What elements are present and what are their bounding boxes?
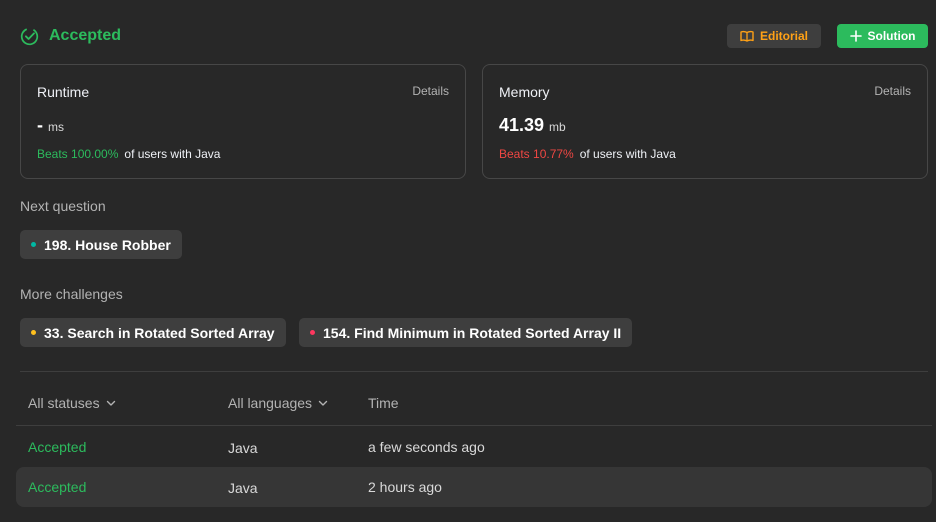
submission-status-cell[interactable]: Accepted bbox=[28, 479, 86, 495]
table-header-divider bbox=[16, 425, 932, 426]
more-challenges-label: More challenges bbox=[20, 286, 123, 302]
editorial-label: Editorial bbox=[759, 29, 808, 43]
memory-value: 41.39 mb bbox=[499, 115, 566, 136]
challenge-chip[interactable]: 33. Search in Rotated Sorted Array bbox=[20, 318, 286, 347]
difficulty-dot bbox=[310, 330, 315, 335]
memory-details-link[interactable]: Details bbox=[874, 84, 911, 98]
difficulty-dot bbox=[31, 242, 36, 247]
check-circle-icon bbox=[20, 27, 39, 45]
submission-row[interactable]: Accepted Java 2 hours ago bbox=[16, 467, 932, 507]
memory-card[interactable]: Memory Details 41.39 mb Beats 10.77% of … bbox=[482, 64, 928, 179]
submission-time-cell: 2 hours ago bbox=[368, 479, 442, 495]
runtime-beats-percent: Beats 100.00% bbox=[37, 147, 119, 161]
memory-beats-percent: Beats 10.77% bbox=[499, 147, 574, 161]
runtime-details-link[interactable]: Details bbox=[412, 84, 449, 98]
time-column-header: Time bbox=[368, 395, 399, 411]
challenge-title: 154. Find Minimum in Rotated Sorted Arra… bbox=[323, 324, 622, 341]
solution-button[interactable]: Solution bbox=[837, 24, 928, 48]
challenge-chip[interactable]: 154. Find Minimum in Rotated Sorted Arra… bbox=[299, 318, 633, 347]
memory-unit: mb bbox=[549, 120, 566, 134]
runtime-beats: Beats 100.00% of users with Java bbox=[37, 147, 220, 161]
submission-status-cell[interactable]: Accepted bbox=[28, 439, 86, 455]
runtime-unit: ms bbox=[48, 120, 64, 134]
runtime-beats-suffix: of users with Java bbox=[124, 147, 221, 161]
chevron-down-icon bbox=[318, 400, 328, 406]
language-filter-dropdown[interactable]: All languages bbox=[228, 395, 328, 411]
runtime-label: Runtime bbox=[37, 84, 90, 100]
memory-beats: Beats 10.77% of users with Java bbox=[499, 147, 676, 161]
runtime-number: - bbox=[37, 115, 43, 135]
submission-language-cell: Java bbox=[228, 440, 258, 456]
submission-status: Accepted bbox=[20, 25, 121, 47]
runtime-value: - ms bbox=[37, 115, 64, 136]
next-question-label: Next question bbox=[20, 198, 106, 214]
status-title: Accepted bbox=[49, 27, 122, 44]
chevron-down-icon bbox=[106, 400, 115, 406]
editorial-button[interactable]: Editorial bbox=[727, 24, 821, 48]
book-open-icon bbox=[740, 30, 754, 42]
time-header-label: Time bbox=[368, 395, 399, 411]
status-filter-label: All statuses bbox=[28, 395, 100, 411]
section-divider bbox=[20, 371, 928, 372]
memory-beats-suffix: of users with Java bbox=[579, 147, 676, 161]
memory-label: Memory bbox=[499, 84, 550, 100]
plus-icon bbox=[849, 30, 862, 42]
submission-time-cell: a few seconds ago bbox=[368, 439, 485, 455]
difficulty-dot bbox=[31, 330, 36, 335]
next-question-chip[interactable]: 198. House Robber bbox=[20, 230, 182, 259]
status-filter-dropdown[interactable]: All statuses bbox=[28, 395, 116, 411]
submission-result-panel: Accepted Editorial Solution Runtime Deta… bbox=[0, 0, 936, 522]
language-filter-label: All languages bbox=[228, 395, 313, 411]
memory-number: 41.39 bbox=[499, 115, 545, 135]
runtime-card[interactable]: Runtime Details - ms Beats 100.00% of us… bbox=[20, 64, 466, 179]
solution-label: Solution bbox=[867, 29, 916, 43]
challenge-title: 33. Search in Rotated Sorted Array bbox=[44, 324, 275, 341]
submission-row[interactable]: Accepted Java a few seconds ago bbox=[16, 427, 932, 467]
submission-language-cell: Java bbox=[228, 480, 258, 496]
next-question-title: 198. House Robber bbox=[44, 236, 171, 253]
